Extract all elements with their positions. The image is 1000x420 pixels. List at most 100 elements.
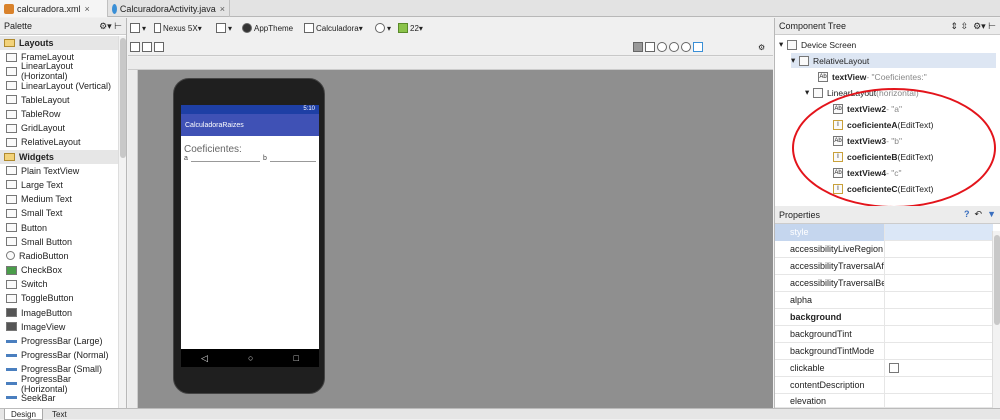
properties-actions[interactable]: ? ↶ ▼ xyxy=(964,209,996,220)
palette-item[interactable]: GridLayout xyxy=(0,121,118,135)
tab-text[interactable]: Text xyxy=(46,409,73,420)
property-value[interactable] xyxy=(885,309,993,326)
canvas-settings[interactable]: ⚙ xyxy=(758,40,765,54)
palette-item[interactable]: TableLayout xyxy=(0,93,118,107)
activity-selector[interactable]: Calculadora ▾ xyxy=(304,21,363,35)
property-value[interactable] xyxy=(885,343,993,360)
label-b[interactable]: b xyxy=(263,155,267,162)
zoom-controls[interactable] xyxy=(633,40,705,54)
close-icon[interactable]: × xyxy=(220,4,225,14)
property-row[interactable]: clickable xyxy=(775,359,993,377)
undo-icon[interactable]: ↶ xyxy=(975,209,983,219)
pan-icon[interactable] xyxy=(633,42,643,52)
property-value[interactable] xyxy=(885,224,993,241)
palette-item[interactable]: TableRow xyxy=(0,107,118,121)
property-row[interactable]: alpha xyxy=(775,291,993,309)
palette-item[interactable]: ToggleButton xyxy=(0,291,118,305)
properties-scrollbar[interactable] xyxy=(992,231,1000,408)
status-bar: 5:10 xyxy=(181,105,319,114)
palette-item[interactable]: ImageButton xyxy=(0,306,118,320)
property-row[interactable]: elevation xyxy=(775,393,993,408)
palette-item[interactable]: LinearLayout (Horizontal) xyxy=(0,61,118,81)
palette-category-widgets[interactable]: Widgets xyxy=(0,149,118,164)
layout-variant-button[interactable]: ▾ xyxy=(130,21,146,35)
locale-selector[interactable]: ▾ xyxy=(375,21,391,35)
property-value[interactable] xyxy=(885,377,993,394)
property-row[interactable]: style xyxy=(775,223,993,241)
property-value[interactable] xyxy=(885,326,993,343)
property-value[interactable] xyxy=(885,394,993,408)
palette-item[interactable]: Plain TextView xyxy=(0,164,118,178)
expand-icon[interactable] xyxy=(130,42,140,52)
clickable-checkbox[interactable] xyxy=(889,363,899,373)
property-row[interactable]: accessibilityLiveRegion xyxy=(775,240,993,258)
coeficienteB-field[interactable] xyxy=(269,155,316,162)
zoom-actual-icon[interactable] xyxy=(645,42,655,52)
palette-item[interactable]: Small Text xyxy=(0,206,118,220)
fit-toggles[interactable] xyxy=(130,40,166,54)
coeficienteA-field[interactable] xyxy=(190,155,261,162)
refresh-icon[interactable] xyxy=(693,42,703,52)
palette-item[interactable]: RadioButton xyxy=(0,249,118,263)
api-level-selector[interactable]: 22 ▾ xyxy=(398,21,423,35)
palette-item[interactable]: ProgressBar (Large) xyxy=(0,334,118,348)
orientation-button[interactable]: ▾ xyxy=(216,21,232,35)
tab-calcuradora-activity[interactable]: CalcuradoraActivity.java × xyxy=(108,0,230,17)
help-icon[interactable]: ? xyxy=(964,209,970,219)
tab-calcuradora-xml[interactable]: calcuradora.xml × xyxy=(0,0,108,17)
palette-item[interactable]: LinearLayout (Vertical) xyxy=(0,79,118,93)
property-row[interactable]: contentDescription xyxy=(775,376,993,394)
palette-item[interactable]: ProgressBar (Horizontal) xyxy=(0,374,118,394)
gear-icon[interactable]: ⚙▾ ⊢ xyxy=(99,21,122,32)
height-icon[interactable] xyxy=(154,42,164,52)
small-button-icon xyxy=(6,237,17,247)
zoom-out-icon[interactable] xyxy=(669,42,679,52)
property-value[interactable] xyxy=(885,258,993,275)
annotation-ellipse xyxy=(792,88,996,208)
palette-item[interactable]: ImageView xyxy=(0,320,118,334)
palette-item[interactable]: CheckBox xyxy=(0,263,118,277)
property-row[interactable]: accessibilityTraversalAfte xyxy=(775,257,993,275)
xml-file-icon xyxy=(4,3,14,14)
property-row[interactable]: backgroundTint xyxy=(775,325,993,343)
tree-actions[interactable]: ⇕ ⇳ ⚙▾ ⊢ xyxy=(950,21,996,32)
back-icon: ◁ xyxy=(201,352,208,363)
property-row[interactable]: backgroundTintMode xyxy=(775,342,993,360)
property-value[interactable] xyxy=(885,241,993,258)
property-row[interactable]: accessibilityTraversalBefo xyxy=(775,274,993,292)
theme-selector[interactable]: AppTheme xyxy=(242,21,293,35)
device-screen-preview[interactable]: 5:10 CalculadoraRaizes Coeficientes: a b… xyxy=(181,105,319,367)
tree-row-device-screen[interactable]: ▾ Device Screen xyxy=(779,37,856,52)
filter-icon[interactable]: ▼ xyxy=(987,209,996,219)
component-tree-header: Component Tree ⇕ ⇳ ⚙▾ ⊢ xyxy=(775,18,1000,35)
palette-item[interactable]: RelativeLayout xyxy=(0,135,118,149)
property-value[interactable] xyxy=(885,292,993,309)
palette-category-layouts[interactable]: Layouts xyxy=(0,36,118,51)
device-frame: 5:10 CalculadoraRaizes Coeficientes: a b… xyxy=(173,78,325,394)
tab-design[interactable]: Design xyxy=(4,409,43,420)
horizontal-ruler xyxy=(128,57,773,70)
palette-item[interactable]: Medium Text xyxy=(0,192,118,206)
coef-textview[interactable]: Coeficientes: xyxy=(181,136,319,155)
scrollbar-thumb[interactable] xyxy=(120,38,126,158)
gear-icon[interactable]: ⚙ xyxy=(758,43,765,52)
palette-item[interactable]: Button xyxy=(0,220,118,234)
palette-scrollbar[interactable] xyxy=(118,36,126,408)
palette-item[interactable]: Small Button xyxy=(0,235,118,249)
properties-header: Properties ? ↶ ▼ xyxy=(775,206,1000,224)
device-selector[interactable]: Nexus 5X ▾ xyxy=(154,21,202,35)
palette-item[interactable]: ProgressBar (Normal) xyxy=(0,348,118,362)
tree-row-relativelayout[interactable]: ▾ RelativeLayout xyxy=(791,53,996,68)
zoom-fit-icon[interactable] xyxy=(681,42,691,52)
label-a[interactable]: a xyxy=(184,155,188,162)
palette-item[interactable]: Large Text xyxy=(0,178,118,192)
tree-row-textview[interactable]: Ab textView - "Coeficientes:" xyxy=(818,69,927,84)
close-icon[interactable]: × xyxy=(85,4,90,14)
zoom-in-icon[interactable] xyxy=(657,42,667,52)
width-icon[interactable] xyxy=(142,42,152,52)
palette-item[interactable]: Switch xyxy=(0,277,118,291)
property-value[interactable] xyxy=(885,360,993,377)
scrollbar-thumb[interactable] xyxy=(994,235,1000,325)
property-row[interactable]: background xyxy=(775,308,993,326)
property-value[interactable] xyxy=(885,275,993,292)
